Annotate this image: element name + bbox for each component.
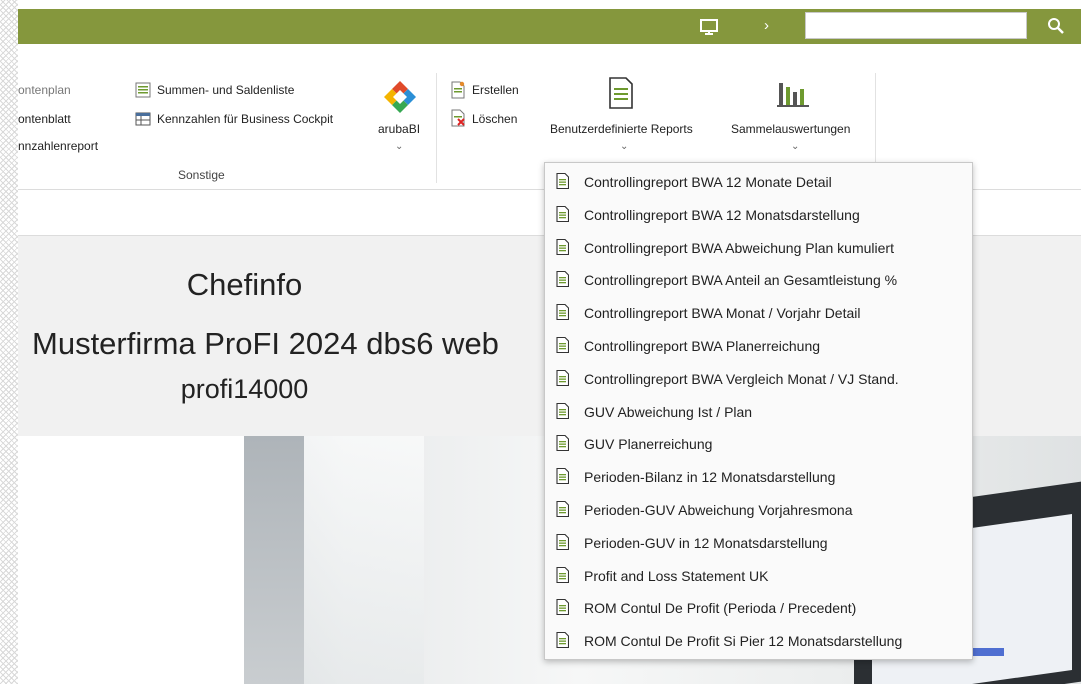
ribbon-item-kennzahlen-cockpit[interactable]: Kennzahlen für Business Cockpit [157, 112, 333, 126]
chevron-down-icon[interactable]: ⌄ [620, 141, 628, 152]
menu-item-report[interactable]: Controllingreport BWA Monat / Vorjahr De… [545, 296, 972, 328]
menu-item-label: Controllingreport BWA Abweichung Plan ku… [584, 239, 894, 256]
menu-item-label: GUV Abweichung Ist / Plan [584, 403, 753, 420]
menu-item-report[interactable]: ROM Contul De Profit Si Pier 12 Monatsda… [545, 624, 972, 656]
delete-document-icon [451, 109, 465, 127]
monitor-icon[interactable] [700, 18, 718, 36]
document-icon [556, 271, 569, 288]
menu-item-report[interactable]: Controllingreport BWA Vergleich Monat / … [545, 362, 972, 394]
search-input[interactable] [805, 12, 1027, 39]
bar-chart-icon [777, 83, 809, 107]
menu-item-label: Perioden-GUV Abweichung Vorjahresmona [584, 502, 853, 518]
ribbon-item-kontenblatt[interactable]: ontenblatt [18, 112, 71, 126]
create-button[interactable]: Erstellen [472, 83, 519, 97]
company-name: Musterfirma ProFI 2024 dbs6 web [32, 326, 499, 361]
menu-item-label: Profit and Loss Statement UK [584, 567, 769, 584]
menu-item-label: Controllingreport BWA Vergleich Monat / … [584, 370, 899, 387]
list-document-icon [135, 82, 151, 98]
menu-item-label: Controllingreport BWA 12 Monatsdarstellu… [584, 206, 860, 223]
menu-item-label: Controllingreport BWA Planerreichung [584, 338, 821, 354]
page-title: Chefinfo [186, 267, 303, 302]
search-icon[interactable] [1046, 16, 1066, 36]
table-icon [135, 112, 151, 126]
ribbon-item-summen-saldenliste[interactable]: Summen- und Saldenliste [157, 83, 294, 97]
menu-item-label: ROM Contul De Profit (Perioda / Preceden… [584, 600, 857, 617]
ribbon-group-label: Sonstige [178, 168, 225, 182]
document-icon [556, 533, 569, 550]
document-icon [556, 566, 569, 583]
ribbon-item-kennzahlenreport[interactable]: nnzahlenreport [18, 139, 98, 153]
menu-item-report[interactable]: ROM Contul De Profit (Perioda / Preceden… [545, 591, 972, 623]
menu-item-report[interactable]: Controllingreport BWA Abweichung Plan ku… [545, 231, 972, 263]
user-name: profi14000 [180, 374, 309, 404]
top-bar: › [18, 9, 1081, 44]
menu-item-report[interactable]: Perioden-Bilanz in 12 Monatsdarstellung [545, 460, 972, 492]
menu-item-report[interactable]: Controllingreport BWA 12 Monatsdarstellu… [545, 198, 972, 230]
menu-item-report[interactable]: Perioden-GUV Abweichung Vorjahresmona [545, 493, 972, 525]
delete-button[interactable]: Löschen [472, 112, 517, 126]
chevron-down-icon[interactable]: ⌄ [395, 141, 403, 152]
menu-item-report[interactable]: GUV Planerreichung [545, 427, 972, 459]
menu-item-report[interactable]: Controllingreport BWA 12 Monate Detail [545, 165, 972, 197]
menu-item-label: Controllingreport BWA Monat / Vorjahr De… [584, 305, 861, 322]
app-window: › ontenplan ontenblatt nnzahlenreport Su… [18, 0, 1081, 684]
arubabi-logo-icon[interactable] [382, 79, 418, 115]
document-icon [556, 402, 569, 419]
arubabi-label[interactable]: arubaBI [378, 122, 420, 136]
document-icon [556, 205, 569, 222]
document-icon [556, 468, 569, 485]
chevron-right-icon[interactable]: › [764, 17, 769, 35]
ribbon-separator [436, 73, 437, 183]
batch-reports-button[interactable]: Sammelauswertungen [731, 122, 850, 136]
menu-item-label: ROM Contul De Profit Si Pier 12 Monatsda… [584, 633, 903, 650]
document-icon [556, 337, 569, 353]
menu-item-label: Controllingreport BWA Anteil an Gesamtle… [584, 272, 898, 289]
tab-band [18, 44, 1081, 74]
document-icon [556, 304, 569, 321]
menu-item-report[interactable]: Perioden-GUV in 12 Monatsdarstellung [545, 526, 972, 558]
document-icon [556, 599, 569, 616]
custom-report-icon [609, 77, 633, 109]
menu-item-label: Perioden-GUV in 12 Monatsdarstellung [584, 534, 828, 551]
chevron-down-icon[interactable]: ⌄ [791, 141, 799, 152]
document-icon [556, 501, 569, 517]
menu-item-label: GUV Planerreichung [584, 436, 713, 453]
document-icon [556, 238, 569, 255]
document-icon [556, 173, 569, 189]
custom-reports-menu: Controllingreport BWA 12 Monate Detail Co… [544, 162, 973, 660]
menu-item-report[interactable]: Controllingreport BWA Anteil an Gesamtle… [545, 263, 972, 295]
menu-item-label: Perioden-Bilanz in 12 Monatsdarstellung [584, 469, 836, 486]
menu-item-report[interactable]: Profit and Loss Statement UK [545, 559, 972, 591]
custom-reports-button[interactable]: Benutzerdefinierte Reports [550, 122, 693, 136]
document-icon [556, 369, 569, 386]
menu-item-report[interactable]: GUV Abweichung Ist / Plan [545, 395, 972, 427]
document-icon [556, 435, 569, 452]
create-document-icon [451, 81, 465, 99]
ribbon-item-kontenplan[interactable]: ontenplan [18, 83, 71, 97]
document-icon [556, 632, 569, 649]
menu-item-report[interactable]: Controllingreport BWA Planerreichung [545, 329, 972, 361]
menu-item-label: Controllingreport BWA 12 Monate Detail [584, 174, 832, 190]
